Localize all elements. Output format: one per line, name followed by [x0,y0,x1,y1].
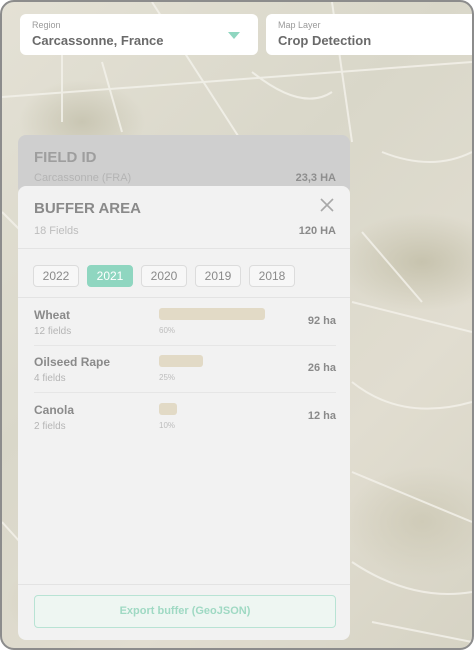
crop-name: Canola [34,403,75,417]
crop-row: Canola 2 fields 10% 12 ha [18,399,350,446]
row-divider [34,392,336,393]
crop-area: 12 ha [307,410,336,422]
crop-area: 92 ha [307,315,336,327]
close-icon[interactable] [320,198,334,212]
year-tabs: 2022 2021 2020 2019 2018 [33,265,295,287]
region-select[interactable]: Region Carcassonne, France [20,14,258,55]
divider [18,297,350,298]
year-tab-2021[interactable]: 2021 [87,265,133,287]
year-tab-2019[interactable]: 2019 [195,265,241,287]
buffer-area-panel: BUFFER AREA 18 Fields 120 HA 2022 2021 2… [18,186,350,640]
divider [18,584,350,585]
crop-area: 26 ha [307,362,336,374]
buffer-title: BUFFER AREA [34,200,141,217]
region-value: Carcassonne, France [32,33,164,48]
buffer-area-value: 120 HA [298,225,336,237]
map-view[interactable]: Region Carcassonne, France Map Layer Cro… [0,0,474,650]
year-tab-2020[interactable]: 2020 [141,265,187,287]
crop-bar [159,403,177,415]
crop-percent: 25% [159,373,176,382]
year-tab-2022[interactable]: 2022 [33,265,79,287]
crop-name: Wheat [34,308,70,322]
divider [18,248,350,249]
year-tab-2018[interactable]: 2018 [249,265,295,287]
region-label: Region [32,20,61,30]
export-buffer-button[interactable]: Export buffer (GeoJSON) [34,595,336,628]
crop-bar [159,308,265,320]
field-location: Carcassonne (FRA) [34,172,132,184]
crop-percent: 10% [159,421,176,430]
crop-name: Oilseed Rape [34,355,111,369]
map-layer-select[interactable]: Map Layer Crop Detection [266,14,472,55]
crop-row: Wheat 12 fields 60% 92 ha [18,304,350,351]
crop-fields: 4 fields [34,373,66,384]
map-layer-label: Map Layer [278,20,321,30]
field-area: 23,3 HA [295,172,336,184]
map-layer-value: Crop Detection [278,33,372,48]
chevron-down-icon [228,32,240,39]
buffer-fields-count: 18 Fields [34,225,79,237]
crop-bar [159,355,203,367]
crop-fields: 2 fields [34,421,66,432]
crop-fields: 12 fields [34,326,72,337]
row-divider [34,345,336,346]
crop-percent: 60% [159,326,176,335]
crop-row: Oilseed Rape 4 fields 25% 26 ha [18,351,350,398]
field-id-title: FIELD ID [34,149,97,166]
